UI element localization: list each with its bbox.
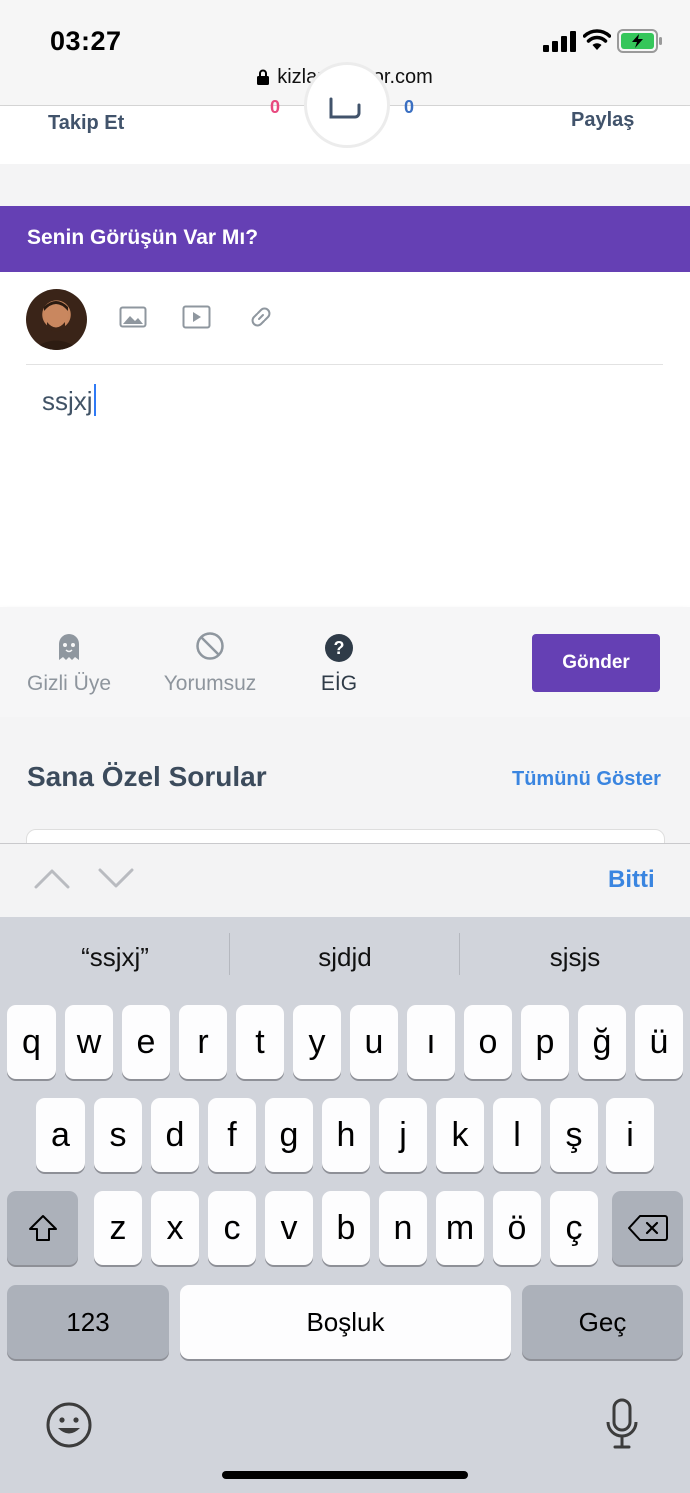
- key[interactable]: q: [7, 1005, 56, 1079]
- chevron-up-icon[interactable]: [34, 866, 70, 890]
- suggestion-2[interactable]: sjdjd: [230, 942, 460, 973]
- key[interactable]: y: [293, 1005, 341, 1079]
- key[interactable]: m: [436, 1191, 484, 1265]
- key[interactable]: v: [265, 1191, 313, 1265]
- battery-icon: [617, 29, 662, 53]
- section-gap: [0, 164, 690, 206]
- shift-icon: [28, 1215, 57, 1241]
- key[interactable]: e: [122, 1005, 170, 1079]
- space-key[interactable]: Boşluk: [180, 1285, 511, 1359]
- text-caret: [93, 384, 96, 416]
- key[interactable]: h: [322, 1098, 370, 1172]
- status-time: 03:27: [50, 26, 122, 56]
- key[interactable]: p: [521, 1005, 569, 1079]
- eig-help-button[interactable]: ? EİG: [310, 631, 368, 703]
- video-icon[interactable]: [182, 303, 211, 331]
- key[interactable]: s: [94, 1098, 142, 1172]
- shift-key[interactable]: [7, 1191, 78, 1265]
- key[interactable]: ş: [550, 1098, 598, 1172]
- link-icon[interactable]: [247, 303, 275, 331]
- send-button[interactable]: Gönder: [532, 634, 660, 692]
- key[interactable]: ç: [550, 1191, 598, 1265]
- suggestion-3[interactable]: sjsjs: [460, 942, 690, 973]
- key[interactable]: r: [179, 1005, 227, 1079]
- question-circle-icon: ?: [325, 634, 353, 662]
- key[interactable]: t: [236, 1005, 284, 1079]
- key[interactable]: f: [208, 1098, 256, 1172]
- suggestion-1[interactable]: “ssjxj”: [0, 942, 230, 973]
- typed-text: ssjxj: [42, 386, 93, 416]
- key[interactable]: ö: [493, 1191, 541, 1265]
- key[interactable]: z: [94, 1191, 142, 1265]
- lock-icon: [257, 69, 270, 85]
- like-button[interactable]: [304, 62, 390, 148]
- home-indicator[interactable]: [222, 1471, 468, 1479]
- key[interactable]: c: [208, 1191, 256, 1265]
- key[interactable]: d: [151, 1098, 199, 1172]
- ghost-icon: [59, 634, 79, 660]
- key[interactable]: ü: [635, 1005, 683, 1079]
- section-title: Sana Özel Sorular: [27, 761, 267, 792]
- key[interactable]: g: [265, 1098, 313, 1172]
- microphone-icon[interactable]: [604, 1398, 640, 1450]
- avatar-photo: [32, 301, 80, 350]
- show-all-link[interactable]: Tümünü Göster: [512, 768, 661, 791]
- signal-icon: [543, 31, 576, 52]
- emoji-icon[interactable]: [45, 1401, 93, 1449]
- key[interactable]: u: [350, 1005, 398, 1079]
- wifi-icon: [583, 29, 611, 50]
- ban-icon: [196, 632, 224, 660]
- anonymous-toggle[interactable]: Gizli Üye: [22, 628, 116, 700]
- key[interactable]: w: [65, 1005, 113, 1079]
- key[interactable]: j: [379, 1098, 427, 1172]
- anonymous-label: Gizli Üye: [26, 672, 111, 695]
- image-icon[interactable]: [119, 303, 147, 331]
- share-button[interactable]: Paylaş: [571, 109, 634, 132]
- chevron-down-icon[interactable]: [98, 866, 134, 890]
- key[interactable]: a: [36, 1098, 85, 1172]
- thumbs-up-icon: [329, 97, 361, 119]
- key[interactable]: x: [151, 1191, 199, 1265]
- key[interactable]: n: [379, 1191, 427, 1265]
- like-count: 0: [270, 97, 281, 117]
- key[interactable]: i: [606, 1098, 654, 1172]
- opinion-text-input[interactable]: ssjxj: [42, 384, 96, 417]
- key[interactable]: ı: [407, 1005, 455, 1079]
- svg-text:?: ?: [334, 638, 345, 658]
- composer-divider: [26, 364, 663, 365]
- key[interactable]: b: [322, 1191, 370, 1265]
- backspace-icon: [627, 1215, 668, 1241]
- dislike-count: 0: [404, 97, 415, 117]
- key[interactable]: l: [493, 1098, 541, 1172]
- go-key[interactable]: Geç: [522, 1285, 683, 1359]
- backspace-key[interactable]: [612, 1191, 683, 1265]
- key[interactable]: ğ: [578, 1005, 626, 1079]
- no-comments-toggle[interactable]: Yorumsuz: [158, 628, 262, 700]
- key[interactable]: k: [436, 1098, 484, 1172]
- opinion-title: Senin Görüşün Var Mı?: [27, 226, 259, 249]
- follow-button[interactable]: Takip Et: [48, 112, 124, 135]
- done-button[interactable]: Bitti: [608, 866, 655, 894]
- avatar: [26, 289, 87, 350]
- eig-label: EİG: [320, 672, 358, 695]
- numbers-key[interactable]: 123: [7, 1285, 169, 1359]
- key[interactable]: o: [464, 1005, 512, 1079]
- no-comments-label: Yorumsuz: [163, 672, 257, 695]
